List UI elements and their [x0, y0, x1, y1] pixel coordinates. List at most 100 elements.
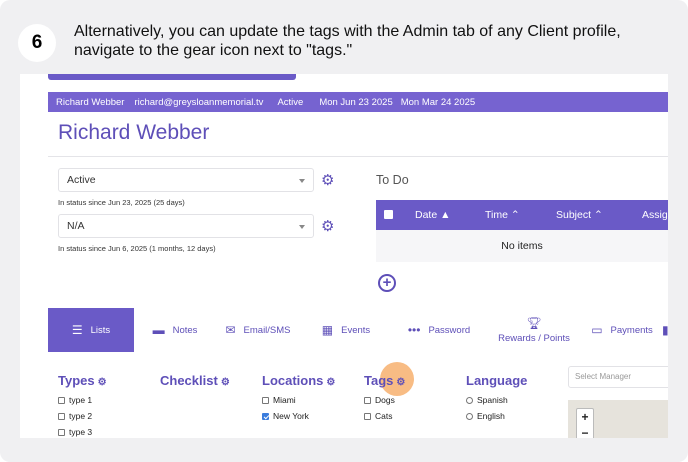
- step-instruction: Alternatively, you can update the tags w…: [74, 23, 621, 59]
- checklist-heading: Checklist ⚙: [160, 373, 230, 388]
- gear-icon[interactable]: ⚙: [221, 377, 230, 388]
- client-name-title: Richard Webber: [58, 121, 210, 144]
- tab-email-sms[interactable]: ✉ Email/SMS: [216, 308, 300, 352]
- language-title: Language: [466, 373, 528, 388]
- tab-label: Rewards / Points: [498, 332, 570, 344]
- language-option[interactable]: English: [466, 411, 505, 421]
- option-label: Dogs: [375, 395, 395, 405]
- status-select[interactable]: Active: [58, 168, 314, 192]
- status-select-value: Active: [67, 174, 96, 186]
- client-bar-date-2: Mon Mar 24 2025: [400, 96, 476, 108]
- tab-payments[interactable]: ▭ Payments: [582, 308, 662, 352]
- col-assignee[interactable]: Assig: [642, 209, 668, 221]
- gear-icon[interactable]: ⚙: [321, 219, 334, 234]
- checkbox[interactable]: [364, 412, 371, 420]
- add-todo-icon[interactable]: +: [378, 274, 396, 292]
- tab-more[interactable]: ▮: [662, 308, 668, 352]
- checkbox[interactable]: [262, 396, 269, 404]
- top-nav-stub: [48, 74, 296, 80]
- trophy-icon: 🏆︎: [526, 315, 542, 330]
- locations-option[interactable]: Miami: [262, 395, 296, 405]
- types-option[interactable]: type 3: [58, 427, 92, 437]
- radio[interactable]: [466, 396, 473, 404]
- option-label: Miami: [273, 395, 296, 405]
- password-icon: •••: [407, 323, 421, 337]
- checkbox[interactable]: [58, 412, 65, 420]
- todo-title: To Do: [376, 173, 409, 187]
- client-bar-status: Active: [277, 96, 304, 108]
- tags-option[interactable]: Cats: [364, 411, 392, 421]
- tags-heading: Tags ⚙: [364, 373, 405, 388]
- tab-lists[interactable]: ☰ Lists: [48, 308, 134, 352]
- checkbox[interactable]: [58, 396, 65, 404]
- tab-label: Events: [341, 324, 371, 336]
- option-label: type 2: [69, 411, 93, 421]
- na-select-value: N/A: [67, 220, 85, 232]
- checkbox[interactable]: [58, 428, 65, 436]
- profile-tabs: ☰ Lists ▬ Notes ✉ Email/SMS ▦ Events •••…: [48, 308, 668, 352]
- option-label: type 3: [69, 427, 93, 437]
- option-label: Spanish: [477, 395, 508, 405]
- zoom-out-button[interactable]: −: [577, 425, 593, 438]
- list-icon: ☰: [71, 323, 83, 337]
- client-bar-name: Richard Webber: [56, 96, 125, 108]
- chevron-down-icon: [299, 225, 305, 229]
- checkbox[interactable]: [364, 396, 371, 404]
- todo-empty-row: No items: [376, 230, 668, 262]
- option-label: type 1: [69, 395, 93, 405]
- col-date[interactable]: Date ▲: [415, 209, 451, 221]
- tab-label: Password: [428, 324, 471, 336]
- client-bar-date-1: Mon Jun 23 2025: [319, 96, 393, 108]
- status-since-text: In status since Jun 23, 2025 (25 days): [58, 198, 185, 207]
- gear-icon[interactable]: ⚙: [326, 377, 335, 388]
- app-screenshot: Richard Webber richard@greysloanmemorial…: [20, 74, 668, 438]
- chevron-down-icon: [299, 179, 305, 183]
- credit-card-icon: ▭: [591, 323, 603, 337]
- document-icon: ▮: [662, 323, 668, 337]
- gear-icon[interactable]: ⚙: [321, 173, 334, 188]
- gear-icon[interactable]: ⚙: [396, 377, 405, 388]
- divider: [48, 156, 668, 157]
- checklist-title: Checklist: [160, 373, 218, 388]
- tab-notes[interactable]: ▬ Notes: [140, 308, 210, 352]
- tab-label: Payments: [610, 324, 653, 336]
- na-select[interactable]: N/A: [58, 214, 314, 238]
- types-option[interactable]: type 2: [58, 411, 92, 421]
- tab-password[interactable]: ••• Password: [392, 308, 486, 352]
- calendar-icon: ▦: [321, 323, 334, 337]
- checkbox-checked[interactable]: [262, 412, 269, 420]
- tab-label: Email/SMS: [243, 324, 291, 336]
- tags-title: Tags: [364, 373, 394, 388]
- types-title: Types: [58, 373, 95, 388]
- manager-select[interactable]: Select Manager: [568, 366, 668, 388]
- na-since-text: In status since Jun 6, 2025 (1 months, 1…: [58, 244, 216, 253]
- select-all-checkbox[interactable]: [384, 210, 393, 219]
- map-zoom-control: + −: [576, 408, 594, 438]
- option-label: English: [477, 411, 505, 421]
- locations-heading: Locations ⚙: [262, 373, 335, 388]
- step-number: 6: [18, 24, 56, 62]
- types-heading: Types ⚙: [58, 373, 107, 388]
- col-subject[interactable]: Subject ⌃: [556, 209, 603, 221]
- language-option[interactable]: Spanish: [466, 395, 508, 405]
- option-label: Cats: [375, 411, 393, 421]
- zoom-in-button[interactable]: +: [577, 409, 593, 425]
- language-heading: Language: [466, 373, 527, 388]
- col-time[interactable]: Time ⌃: [485, 209, 520, 221]
- client-bar-email[interactable]: richard@greysloanmemorial.tv: [134, 97, 263, 108]
- option-label: New York: [273, 411, 309, 421]
- tab-events[interactable]: ▦ Events: [306, 308, 386, 352]
- tags-option[interactable]: Dogs: [364, 395, 395, 405]
- locations-option[interactable]: New York: [262, 411, 309, 421]
- tab-label: Lists: [90, 324, 111, 336]
- todo-table-header: Date ▲ Time ⌃ Subject ⌃ Assig: [376, 200, 668, 230]
- types-option[interactable]: type 1: [58, 395, 92, 405]
- envelope-icon: ✉: [225, 323, 236, 337]
- radio[interactable]: [466, 412, 473, 420]
- step-card: 6 Alternatively, you can update the tags…: [0, 0, 688, 462]
- locations-title: Locations: [262, 373, 324, 388]
- tab-rewards-points[interactable]: 🏆︎ Rewards / Points: [494, 308, 574, 352]
- note-icon: ▬: [152, 323, 165, 337]
- tab-label: Notes: [172, 324, 198, 336]
- gear-icon[interactable]: ⚙: [98, 377, 107, 388]
